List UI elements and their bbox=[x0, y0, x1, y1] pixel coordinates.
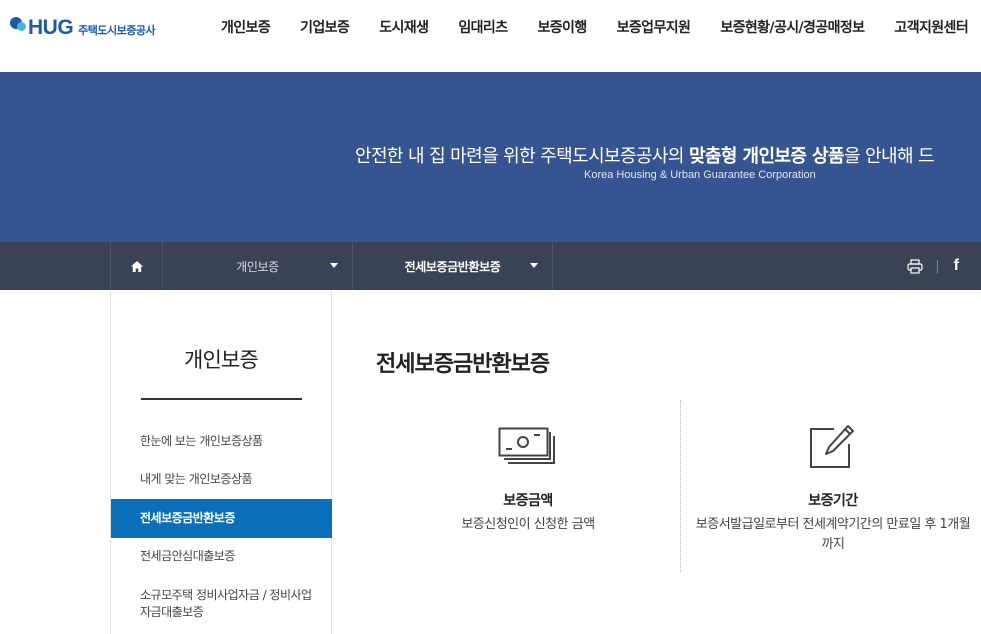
facebook-icon: f bbox=[953, 257, 959, 274]
side-nav-title: 개인보증 bbox=[183, 348, 259, 372]
home-button[interactable] bbox=[110, 242, 163, 290]
page-title: 전세보증금반환보증 bbox=[376, 352, 550, 377]
breadcrumb-depth2-dropdown[interactable]: 전세보증금반환보증 bbox=[353, 242, 553, 290]
side-nav-item-small-housing[interactable]: 소규모주택 정비사업자금 / 정비사업자금대출보증 bbox=[111, 587, 332, 621]
chevron-down-icon bbox=[530, 263, 538, 268]
side-nav-item-recommend[interactable]: 내게 맞는 개인보증상품 bbox=[111, 471, 332, 488]
gnb-guarantee-fulfillment[interactable]: 보증이행 bbox=[538, 17, 588, 37]
card-title-amount: 보증금액 bbox=[503, 493, 553, 509]
banner-title-highlight: 맞춤형 개인보증 상품 bbox=[688, 146, 845, 167]
gnb-corporate-guarantee[interactable]: 기업보증 bbox=[300, 17, 350, 37]
gnb-guarantee-support[interactable]: 보증업무지원 bbox=[617, 17, 691, 37]
site-header: HUG 주택도시보증공사 개인보증 기업보증 도시재생 임대리츠 보증이행 보증… bbox=[0, 0, 981, 72]
logo-org-name: 주택도시보증공사 bbox=[78, 24, 156, 37]
hero-banner: 안전한 내 집 마련을 위한 주택도시보증공사의 맞춤형 개인보증 상품을 안내… bbox=[0, 72, 981, 242]
breadcrumb-depth2-label: 전세보증금반환보증 bbox=[404, 259, 501, 274]
gnb-status-disclosure[interactable]: 보증현황/공시/경공매정보 bbox=[720, 17, 865, 37]
print-icon bbox=[907, 258, 923, 274]
chevron-down-icon bbox=[330, 263, 338, 268]
banner-title-prefix: 안전한 내 집 마련을 위한 주택도시보증공사의 bbox=[355, 146, 689, 167]
gnb-rental-reits[interactable]: 임대리츠 bbox=[458, 17, 508, 37]
side-nav-item-jeonse-loan[interactable]: 전세금안심대출보증 bbox=[111, 548, 332, 565]
side-nav-item-overview[interactable]: 한눈에 보는 개인보증상품 bbox=[111, 433, 332, 450]
logo-brand: HUG bbox=[28, 16, 74, 39]
hug-logo-icon bbox=[8, 15, 30, 37]
edit-icon bbox=[810, 425, 854, 468]
side-nav-divider bbox=[141, 398, 302, 400]
money-icon bbox=[498, 427, 555, 464]
gnb-urban-regeneration[interactable]: 도시재생 bbox=[379, 17, 429, 37]
banner-title-suffix: 을 안내해 드 bbox=[843, 146, 935, 167]
global-nav: 개인보증 기업보증 도시재생 임대리츠 보증이행 보증업무지원 보증현황/공시/… bbox=[221, 17, 969, 37]
banner-title: 안전한 내 집 마련을 위한 주택도시보증공사의 맞춤형 개인보증 상품을 안내… bbox=[355, 142, 935, 168]
banner-subtitle: Korea Housing & Urban Guarantee Corporat… bbox=[584, 169, 816, 181]
home-icon bbox=[130, 260, 143, 272]
gnb-personal-guarantee[interactable]: 개인보증 bbox=[221, 17, 271, 37]
card-divider bbox=[680, 400, 681, 572]
page-tools: | f bbox=[907, 242, 981, 290]
site-logo[interactable]: HUG 주택도시보증공사 bbox=[8, 12, 156, 40]
breadcrumb-depth1-dropdown[interactable]: 개인보증 bbox=[163, 242, 353, 290]
tool-separator: | bbox=[935, 258, 940, 274]
side-nav: 개인보증 한눈에 보는 개인보증상품 내게 맞는 개인보증상품 전세보증금반환보… bbox=[110, 290, 332, 634]
gnb-customer-center[interactable]: 고객지원센터 bbox=[894, 17, 968, 37]
print-button[interactable] bbox=[907, 258, 923, 274]
breadcrumb-depth1-label: 개인보증 bbox=[236, 259, 279, 274]
side-nav-item-jeonse-return[interactable]: 전세보증금반환보증 bbox=[111, 499, 332, 538]
card-desc-amount: 보증신청인이 신청한 금액 bbox=[461, 517, 595, 532]
facebook-share-button[interactable]: f bbox=[954, 257, 959, 275]
card-title-period: 보증기간 bbox=[808, 493, 858, 509]
card-desc-period: 보증서발급일로부터 전세계약기간의 만료일 후 1개월까지 bbox=[695, 517, 971, 552]
location-bar: 개인보증 전세보증금반환보증 | f bbox=[0, 242, 981, 290]
